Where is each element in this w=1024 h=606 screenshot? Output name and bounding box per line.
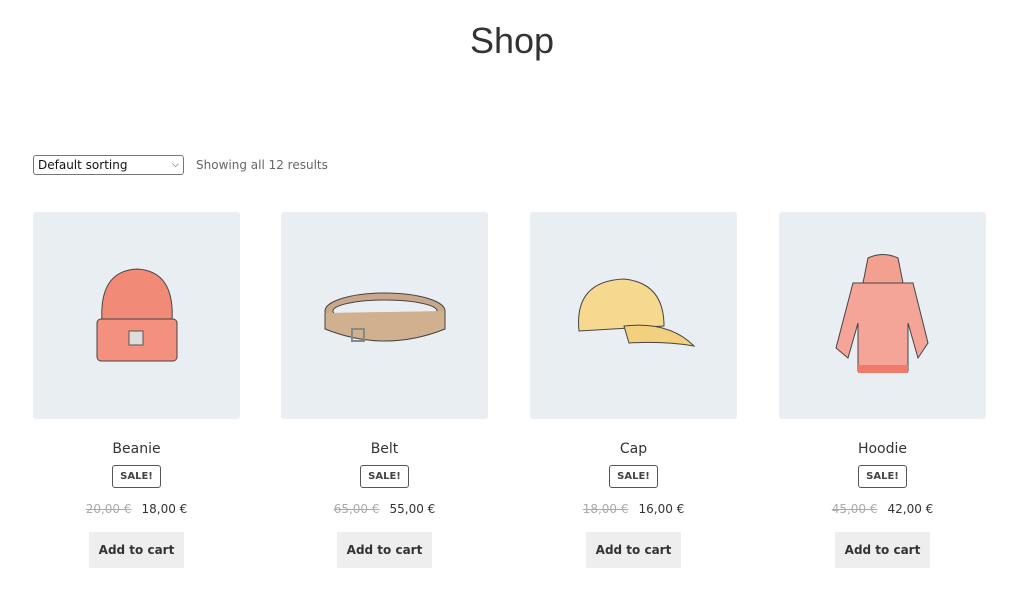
old-price: 65,00 € xyxy=(333,502,380,516)
sort-selected: Default sorting xyxy=(38,158,128,172)
old-price: 45,00 € xyxy=(831,502,878,516)
sale-badge: SALE! xyxy=(858,465,907,488)
old-price: 20,00 € xyxy=(85,502,132,516)
product-card: Belt SALE! 65,00 € 55,00 € Add to cart xyxy=(281,212,488,568)
chevron-down-icon: ⌵ xyxy=(172,160,179,170)
product-card: Beanie SALE! 20,00 € 18,00 € Add to cart xyxy=(33,212,240,568)
product-card: Cap SALE! 18,00 € 16,00 € Add to cart xyxy=(530,212,737,568)
sale-badge: SALE! xyxy=(609,465,658,488)
old-price: 18,00 € xyxy=(582,502,629,516)
result-count: Showing all 12 results xyxy=(196,158,328,172)
product-image-hoodie[interactable] xyxy=(779,212,986,419)
product-name[interactable]: Belt xyxy=(281,441,488,457)
page-title: Shop xyxy=(469,20,555,61)
product-name[interactable]: Hoodie xyxy=(779,441,986,457)
add-to-cart-button[interactable]: Add to cart xyxy=(586,532,681,568)
product-image-beanie[interactable] xyxy=(33,212,240,419)
product-card: Hoodie SALE! 45,00 € 42,00 € Add to cart xyxy=(779,212,986,568)
price: 16,00 € xyxy=(638,502,685,516)
price: 18,00 € xyxy=(141,502,188,516)
add-to-cart-button[interactable]: Add to cart xyxy=(835,532,930,568)
sale-badge: SALE! xyxy=(360,465,409,488)
price: 55,00 € xyxy=(389,502,436,516)
sort-select[interactable]: Default sorting ⌵ xyxy=(33,155,184,175)
sale-badge: SALE! xyxy=(112,465,161,488)
product-image-belt[interactable] xyxy=(281,212,488,419)
add-to-cart-button[interactable]: Add to cart xyxy=(337,532,432,568)
product-name[interactable]: Cap xyxy=(530,441,737,457)
product-image-cap[interactable] xyxy=(530,212,737,419)
product-name[interactable]: Beanie xyxy=(33,441,240,457)
price: 42,00 € xyxy=(887,502,934,516)
add-to-cart-button[interactable]: Add to cart xyxy=(89,532,184,568)
